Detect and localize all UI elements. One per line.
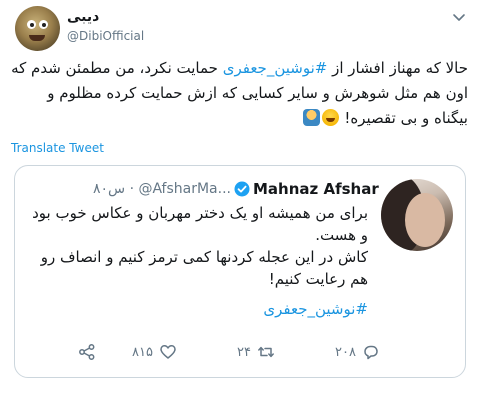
shrug-emoji-icon [302, 109, 320, 126]
quoted-tweet[interactable]: Mahnaz Afshar ۸۰س · @AfsharMa... برای من… [14, 165, 466, 378]
quoted-author-handle-and-time: ۸۰س · @AfsharMa... [63, 181, 231, 197]
tweet-text-part: حالا که مهناز افشار از [327, 59, 468, 77]
tweet-text: حالا که مهناز افشار از #نوشین_جعفری حمای… [10, 56, 468, 131]
like-button[interactable]: ۸۱۵ [132, 342, 177, 362]
quoted-text-line: کاش در این عجله کردنها کمی ترمز کنیم و ا… [40, 248, 368, 288]
reply-count: ۲۰۸ [335, 344, 356, 360]
retweet-count: ۲۴ [237, 344, 251, 360]
share-button[interactable] [78, 342, 96, 362]
tweet-hashtag-link[interactable]: #نوشین_جعفری [223, 59, 328, 77]
translate-tweet-link[interactable]: Translate Tweet [11, 141, 104, 155]
quoted-hashtag-link[interactable]: #نوشین_جعفری [27, 300, 368, 318]
laughing-emoji-icon [321, 109, 339, 126]
author-avatar[interactable] [15, 6, 60, 51]
reply-icon [364, 345, 378, 360]
caret-down-icon[interactable] [452, 10, 466, 24]
avatar-eye [39, 20, 48, 29]
avatar-face [405, 193, 445, 247]
reply-button[interactable]: ۲۰۸ [335, 342, 380, 362]
verified-badge-icon [234, 181, 250, 197]
quoted-author-name[interactable]: Mahnaz Afshar [253, 180, 379, 198]
quoted-text-line: برای من همیشه او یک دختر مهربان و عکاس خ… [32, 204, 368, 244]
tweet-card: دیبی @DibiOfficial حالا که مهناز افشار ا… [0, 0, 478, 395]
avatar-mouth [29, 35, 45, 41]
author-display-name[interactable]: دیبی [67, 9, 99, 25]
quoted-time[interactable]: ۸۰س [93, 181, 125, 197]
like-icon [160, 345, 176, 359]
separator-dot: · [129, 181, 135, 197]
quoted-actions-bar: ۲۰۸ ۲۴ ۸۱۵ [15, 338, 467, 368]
retweet-button[interactable]: ۲۴ [237, 342, 275, 362]
like-count: ۸۱۵ [132, 344, 153, 360]
share-icon [79, 344, 95, 360]
quoted-tweet-text: برای من همیشه او یک دختر مهربان و عکاس خ… [27, 202, 368, 290]
retweet-icon [258, 346, 274, 358]
quoted-author-avatar[interactable] [381, 179, 453, 251]
author-handle[interactable]: @DibiOfficial [67, 29, 144, 43]
quoted-author-handle[interactable]: @AfsharMa... [138, 181, 231, 197]
avatar-eye [27, 20, 36, 29]
